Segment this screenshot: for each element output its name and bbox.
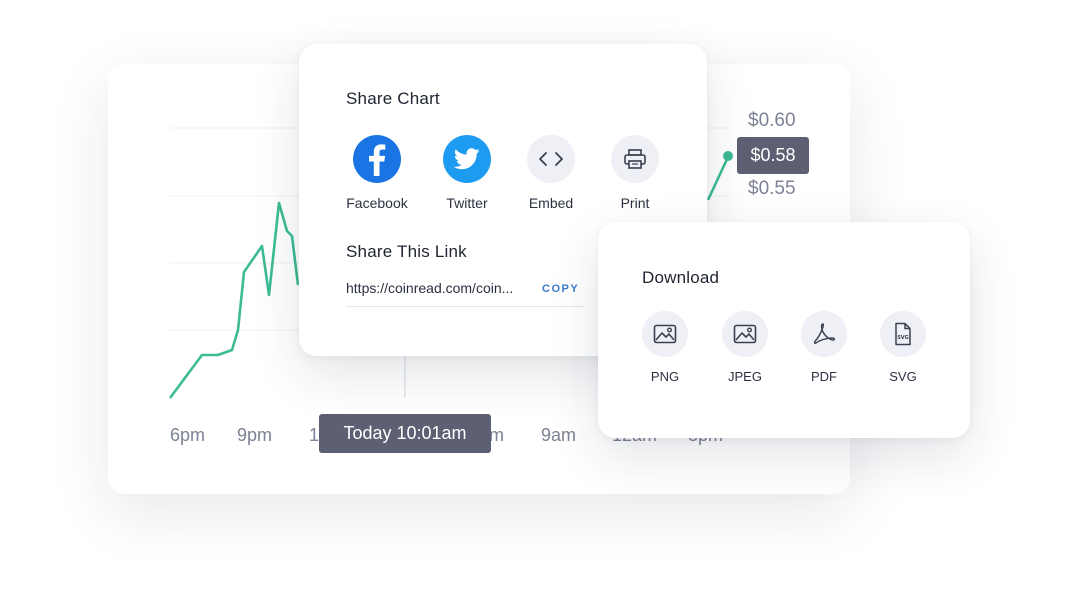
current-price-dot [723,151,733,161]
share-card-title: Share Chart [346,89,440,108]
pdf-label: PDF [811,369,837,384]
pdf-icon [801,311,847,357]
share-facebook-button[interactable]: Facebook [335,135,419,211]
link-divider [346,306,584,307]
x-axis-label: 9pm [237,425,273,445]
jpeg-label: JPEG [728,369,762,384]
share-twitter-button[interactable]: Twitter [425,135,509,211]
print-label: Print [620,195,650,211]
x-axis-label: 1 [309,425,320,445]
code-icon [527,135,575,183]
svg-label: SVG [889,369,917,384]
image-icon [642,311,688,357]
x-axis-label: 9am [541,425,577,445]
price-line [168,201,300,399]
embed-label: Embed [528,195,574,211]
svg-text:SVG: SVG [897,335,909,341]
svg-file-icon: SVG [880,311,926,357]
copy-link-button[interactable]: COPY [542,283,579,295]
twitter-label: Twitter [446,195,488,211]
x-axis-label: 6pm [170,425,206,445]
share-print-button[interactable]: Print [593,135,677,211]
twitter-icon [443,135,491,183]
png-label: PNG [650,369,680,384]
download-card: Download PNG JPEG PDF SVG SVG [598,222,970,438]
current-price-badge: $0.58 [737,137,809,174]
image-icon [722,311,768,357]
download-card-title: Download [642,268,720,287]
price-axis-label: $0.60 [748,110,796,131]
price-axis-label: $0.55 [748,178,796,199]
share-link-title: Share This Link [346,242,467,261]
printer-icon [611,135,659,183]
x-axis-label: m [489,425,504,445]
share-embed-button[interactable]: Embed [509,135,593,211]
time-tooltip: Today 10:01am [319,414,491,453]
facebook-icon [353,135,401,183]
download-png-button[interactable]: PNG [625,311,705,384]
price-line-right [706,156,730,201]
download-pdf-button[interactable]: PDF [784,311,864,384]
download-svg-button[interactable]: SVG SVG [863,311,943,384]
facebook-label: Facebook [346,195,408,211]
download-jpeg-button[interactable]: JPEG [705,311,785,384]
